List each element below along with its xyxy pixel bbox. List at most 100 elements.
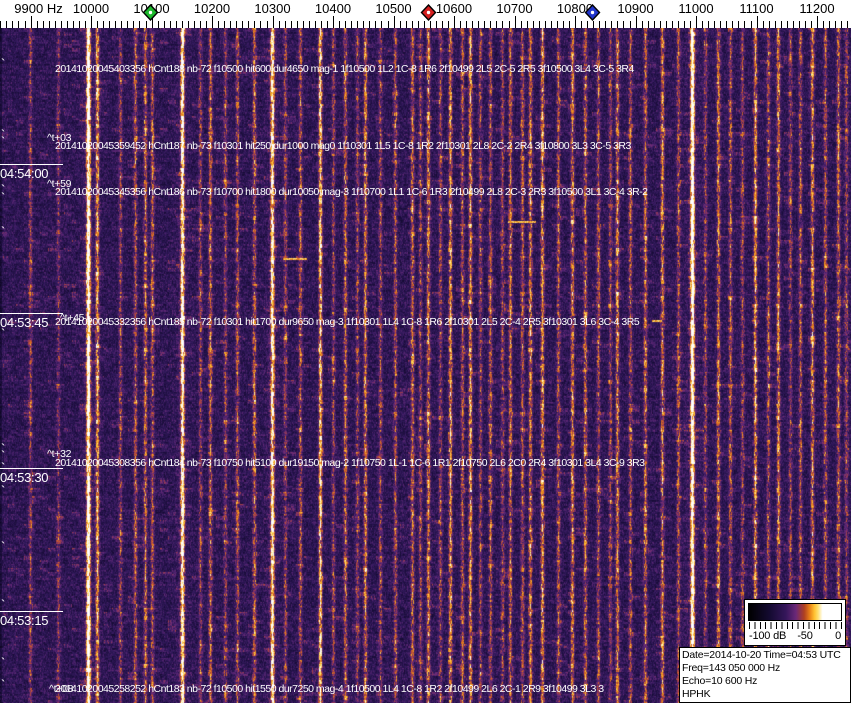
- db-label-mid: -50: [797, 630, 813, 642]
- freq-tick: [48, 21, 50, 28]
- freq-tick: [714, 21, 716, 28]
- freq-tick: [756, 16, 758, 28]
- freq-tick: [296, 21, 298, 28]
- freq-tick: [320, 21, 322, 28]
- freq-tick: [508, 21, 510, 28]
- freq-tick: [605, 21, 607, 28]
- freq-tick: [97, 21, 99, 28]
- freq-tick: [411, 21, 413, 28]
- freq-tick: [36, 21, 38, 28]
- freq-label: 10500: [375, 1, 412, 16]
- freq-tick: [575, 16, 577, 28]
- frequency-axis: 9900 Hz100001010010200103001040010500106…: [0, 0, 851, 28]
- time-tick: `: [1, 483, 6, 498]
- freq-tick: [774, 21, 776, 28]
- meteor-spectrogram-app: 9900 Hz100001010010200103001040010500106…: [0, 0, 851, 703]
- freq-tick: [454, 16, 456, 28]
- freq-tick: [786, 21, 788, 28]
- freq-tick: [115, 21, 117, 28]
- freq-tick: [248, 21, 250, 28]
- freq-tick: [823, 21, 825, 28]
- freq-tick: [12, 21, 14, 28]
- freq-tick: [702, 21, 704, 28]
- freq-label: 9900 Hz: [14, 1, 63, 16]
- freq-tick: [103, 21, 105, 28]
- db-label-min: -100 dB: [749, 630, 787, 642]
- freq-tick: [236, 21, 238, 28]
- freq-tick: [478, 21, 480, 28]
- freq-tick: [562, 21, 564, 28]
- freq-tick: [526, 21, 528, 28]
- freq-tick: [139, 21, 141, 28]
- freq-tick: [520, 21, 522, 28]
- freq-tick: [193, 21, 195, 28]
- blue-marker-icon[interactable]: [584, 3, 601, 22]
- freq-tick: [448, 21, 449, 28]
- freq-tick: [671, 21, 673, 28]
- freq-tick: [708, 21, 710, 28]
- freq-tick: [66, 21, 68, 28]
- detection-log-line: 20141020045308356 hCnt184 nb-73 f10750 h…: [55, 457, 645, 469]
- freq-tick: [435, 21, 437, 28]
- freq-tick: [357, 21, 359, 28]
- freq-label: 10900: [617, 1, 654, 16]
- freq-tick: [399, 21, 401, 28]
- time-label: 04:53:45: [0, 313, 63, 330]
- freq-tick: [556, 21, 558, 28]
- freq-tick: [327, 21, 328, 28]
- freq-tick: [6, 21, 8, 28]
- freq-tick: [60, 21, 62, 28]
- time-tick: `: [1, 597, 6, 612]
- freq-tick: [490, 21, 492, 28]
- freq-tick: [387, 21, 389, 28]
- overlay-layer: 04:54:00 04:53:45 04:53:30 04:53:15 ` ` ` ` ` ` ` `…: [0, 28, 851, 703]
- freq-tick: [121, 21, 123, 28]
- freq-tick: [569, 21, 570, 28]
- db-scale-legend: -100 dB -50 0: [744, 599, 846, 646]
- freq-tick: [345, 21, 347, 28]
- freq-tick: [417, 21, 419, 28]
- time-label: 04:53:15: [0, 611, 63, 628]
- freq-tick: [835, 21, 837, 28]
- freq-tick: [72, 21, 74, 28]
- time-tick: `: [1, 677, 6, 692]
- freq-tick: [284, 21, 286, 28]
- freq-tick: [218, 21, 220, 28]
- freq-tick: [738, 21, 740, 28]
- db-gradient-bar: [748, 603, 842, 621]
- green-marker-icon[interactable]: [142, 3, 159, 22]
- freq-tick: [768, 21, 770, 28]
- detection-log-line: 20141020045403356 hCnt188 nb-72 f10500 h…: [55, 63, 634, 75]
- freq-tick: [339, 21, 341, 28]
- freq-tick: [466, 21, 468, 28]
- freq-tick: [242, 21, 244, 28]
- time-tick: `: [1, 655, 6, 670]
- freq-tick: [629, 21, 631, 28]
- freq-tick: [157, 21, 159, 28]
- time-tick: `: [1, 539, 6, 554]
- freq-tick: [24, 21, 26, 28]
- freq-label: 10000: [72, 1, 110, 16]
- freq-tick: [78, 21, 80, 28]
- freq-tick: [333, 16, 335, 28]
- freq-tick: [429, 21, 431, 28]
- freq-tick: [581, 21, 583, 28]
- freq-tick: [696, 16, 698, 28]
- freq-tick: [550, 21, 552, 28]
- time-tick: `: [1, 448, 6, 463]
- freq-tick: [841, 21, 843, 28]
- time-label: 04:53:30: [0, 468, 63, 485]
- freq-tick: [290, 21, 292, 28]
- freq-tick: [762, 21, 764, 28]
- freq-tick: [302, 21, 304, 28]
- freq-tick: [635, 16, 637, 28]
- freq-tick: [254, 21, 256, 28]
- red-marker-icon[interactable]: [420, 3, 437, 22]
- info-line: Date=2014-10-20 Time=04:53 UTC: [682, 649, 841, 661]
- freq-tick: [780, 21, 782, 28]
- freq-tick: [0, 21, 2, 28]
- detection-log-line: 20141020045332356 hCnt185 nb-72 f10301 h…: [55, 316, 640, 328]
- freq-tick: [683, 21, 685, 28]
- status-info-box: Date=2014-10-20 Time=04:53 UTC Freq=143 0…: [679, 647, 851, 703]
- freq-label: 10200: [193, 1, 231, 16]
